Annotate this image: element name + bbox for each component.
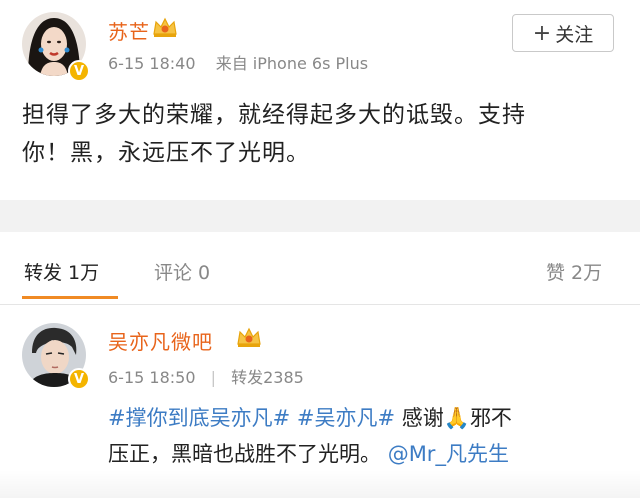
repost-username[interactable]: 吴亦凡微吧 [108,326,213,355]
repost-text-part: 邪不 [469,406,512,430]
original-post: V 苏芒 6-15 18:40 来自 iPhone 6s Plus + 关注 担… [0,0,640,200]
plus-icon: + [532,20,552,46]
tab-comment[interactable]: 评论 0 [154,258,210,285]
hashtag-link[interactable]: #撑你到底吴亦凡# [108,406,290,430]
active-tab-indicator [22,296,118,299]
hashtag-link[interactable]: #吴亦凡# [297,406,395,430]
post-text-line: 担得了多大的荣耀，就经得起多大的诋毁。支持 [22,102,526,128]
mention-link[interactable]: @Mr_凡先生 [388,442,509,466]
verified-badge-icon: V [68,60,90,82]
tab-repost[interactable]: 转发 1万 [24,258,99,285]
tab-like[interactable]: 赞 2万 [546,258,602,285]
post-source: 来自 iPhone 6s Plus [215,54,369,73]
repost-text-part: 压正，黑暗也战胜不了光明。 [108,442,381,466]
meta-divider: | [210,368,216,387]
post-timestamp: 6-15 18:40 [108,54,196,73]
repost-text: #撑你到底吴亦凡# #吴亦凡# 感谢🙏邪不 压正，黑暗也战胜不了光明。 @Mr_… [108,400,618,472]
repost-timestamp: 6-15 18:50 [108,368,196,387]
repost-text-part: 感谢 [401,406,444,430]
post-username[interactable]: 苏芒 [108,16,150,45]
interaction-tabs: 转发 1万 评论 0 赞 2万 [0,232,640,305]
repost-count: 转发2385 [231,368,304,387]
post-text: 担得了多大的荣耀，就经得起多大的诋毁。支持 你！黑，永远压不了光明。 [22,96,622,172]
section-divider [0,200,640,232]
post-text-line: 你！黑，永远压不了光明。 [22,140,310,166]
follow-label: 关注 [555,23,594,46]
verified-badge-icon: V [68,368,90,390]
vip-crown-icon [237,327,261,347]
vip-crown-icon [153,17,177,37]
follow-button[interactable]: + 关注 [512,14,614,52]
post-meta: 6-15 18:40 来自 iPhone 6s Plus [108,50,368,74]
repost-meta: 6-15 18:50 | 转发2385 [108,364,304,388]
bottom-fade [0,470,640,498]
pray-emoji-icon: 🙏 [443,406,470,430]
